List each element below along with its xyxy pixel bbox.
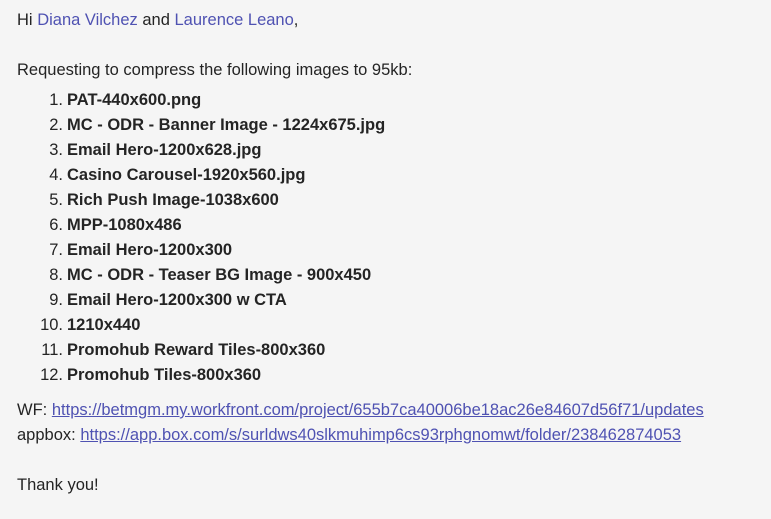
closing-text: Thank you!: [17, 476, 99, 494]
list-number: 5.: [49, 191, 63, 209]
workfront-link[interactable]: https://betmgm.my.workfront.com/project/…: [52, 401, 704, 419]
file-name: PAT-440x600.png: [67, 91, 202, 109]
request-text: Requesting to compress the following ima…: [17, 61, 413, 79]
file-name: Promohub Tiles-800x360: [67, 366, 262, 384]
file-name: Promohub Reward Tiles-800x360: [67, 341, 326, 359]
list-number: 10.: [40, 316, 63, 334]
list-item: 9. Email Hero-1200x300 w CTA: [17, 288, 762, 313]
file-name: 1210x440: [67, 316, 141, 334]
greeting-and: and: [142, 11, 170, 29]
file-name: Rich Push Image-1038x600: [67, 191, 279, 209]
file-name: MPP-1080x486: [67, 216, 182, 234]
file-name: Email Hero-1200x300 w CTA: [67, 291, 287, 309]
file-name: Casino Carousel-1920x560.jpg: [67, 166, 306, 184]
list-item: 12. Promohub Tiles-800x360: [17, 363, 762, 388]
file-name: MC - ODR - Teaser BG Image - 900x450: [67, 266, 372, 284]
greeting-comma: ,: [293, 11, 299, 29]
list-number: 3.: [49, 141, 63, 159]
list-item: 10. 1210x440: [17, 313, 762, 338]
appbox-line: appbox: https://app.box.com/s/surldws40s…: [17, 423, 762, 448]
list-number: 6.: [49, 216, 63, 234]
file-name: Email Hero-1200x300: [67, 241, 233, 259]
list-item: 4. Casino Carousel-1920x560.jpg: [17, 163, 762, 188]
list-item: 7. Email Hero-1200x300: [17, 238, 762, 263]
mention-laurence-leano[interactable]: Laurence Leano: [175, 11, 294, 29]
file-list: 1. PAT-440x600.png 2. MC - ODR - Banner Im…: [17, 88, 762, 388]
list-number: 7.: [49, 241, 63, 259]
list-item: 8. MC - ODR - Teaser BG Image - 900x450: [17, 263, 762, 288]
wf-label: WF:: [17, 401, 48, 419]
list-item: 6. MPP-1080x486: [17, 213, 762, 238]
list-number: 8.: [49, 266, 63, 284]
mention-diana-vilchez[interactable]: Diana Vilchez: [37, 11, 138, 29]
list-number: 11.: [41, 341, 63, 359]
list-item: 11. Promohub Reward Tiles-800x360: [17, 338, 762, 363]
greeting-line: Hi Diana Vilchez and Laurence Leano,: [17, 8, 762, 33]
list-item: 1. PAT-440x600.png: [17, 88, 762, 113]
greeting-hi: Hi: [17, 11, 33, 29]
list-number: 1.: [49, 91, 63, 109]
file-name: MC - ODR - Banner Image - 1224x675.jpg: [67, 116, 386, 134]
wf-line: WF: https://betmgm.my.workfront.com/proj…: [17, 398, 762, 423]
appbox-link[interactable]: https://app.box.com/s/surldws40slkmuhimp…: [80, 426, 681, 444]
list-gap-after: [17, 388, 762, 398]
message-body: Hi Diana Vilchez and Laurence Leano, Req…: [17, 8, 762, 498]
list-item: 2. MC - ODR - Banner Image - 1224x675.jpg: [17, 113, 762, 138]
list-number: 9.: [49, 291, 63, 309]
list-item: 5. Rich Push Image-1038x600: [17, 188, 762, 213]
list-number: 2.: [49, 116, 63, 134]
list-item: 3. Email Hero-1200x628.jpg: [17, 138, 762, 163]
list-number: 12.: [40, 366, 63, 384]
appbox-label: appbox:: [17, 426, 76, 444]
list-number: 4.: [49, 166, 63, 184]
file-name: Email Hero-1200x628.jpg: [67, 141, 262, 159]
